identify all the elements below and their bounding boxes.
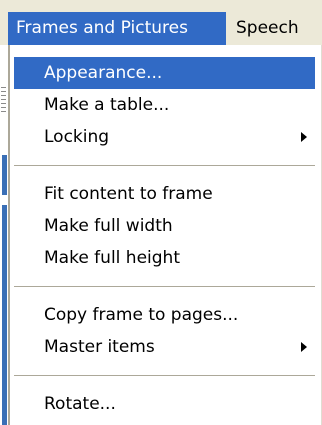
ruler-tick (1, 87, 6, 88)
menubar-item-frames-and-pictures[interactable]: Frames and Pictures (8, 12, 226, 45)
menu-item-make-a-table[interactable]: Make a table... (14, 89, 315, 121)
menu-item-label: Make a table... (44, 95, 170, 115)
menu-item-label: Appearance... (44, 63, 163, 83)
menu-item-make-full-width[interactable]: Make full width (14, 210, 315, 242)
ruler-tick (1, 107, 6, 108)
menu-item-master-items[interactable]: Master items (14, 331, 315, 363)
menu-item-label: Make full width (44, 216, 173, 236)
ruler-tick (1, 103, 6, 104)
ruler-tick (1, 91, 6, 92)
ruler-tick (1, 95, 6, 96)
menu-item-appearance[interactable]: Appearance... (14, 57, 315, 89)
menu-item-label: Locking (44, 127, 110, 147)
menubar: Frames and Pictures Speech (0, 0, 322, 45)
menu-item-label: Make full height (44, 248, 180, 268)
triangle-right-icon (301, 132, 307, 142)
triangle-right-icon (301, 342, 307, 352)
document-edge (0, 45, 8, 425)
menu-item-label: Fit content to frame (44, 184, 213, 204)
menu-separator (14, 375, 315, 376)
menu-separator (14, 286, 315, 287)
menu-separator (14, 165, 315, 166)
menubar-item-speech[interactable]: Speech (228, 12, 322, 45)
screen: Frames and Pictures Speech Appearance...… (0, 0, 322, 425)
menu-item-copy-frame-to-pages[interactable]: Copy frame to pages... (14, 299, 315, 331)
menu-item-label: Rotate... (44, 394, 116, 414)
document-frame-edge (2, 205, 7, 425)
menu-item-fit-content-to-frame[interactable]: Fit content to frame (14, 178, 315, 210)
menu-item-label: Master items (44, 337, 155, 357)
ruler-tick (1, 111, 6, 112)
menu-item-rotate[interactable]: Rotate... (14, 388, 315, 420)
menu-item-label: Copy frame to pages... (44, 305, 239, 325)
ruler-tick (1, 99, 6, 100)
document-frame-edge (2, 155, 7, 195)
frames-and-pictures-menu: Appearance... Make a table... Locking Fi… (8, 45, 322, 425)
menu-item-make-full-height[interactable]: Make full height (14, 242, 315, 274)
menu-item-locking[interactable]: Locking (14, 121, 315, 153)
